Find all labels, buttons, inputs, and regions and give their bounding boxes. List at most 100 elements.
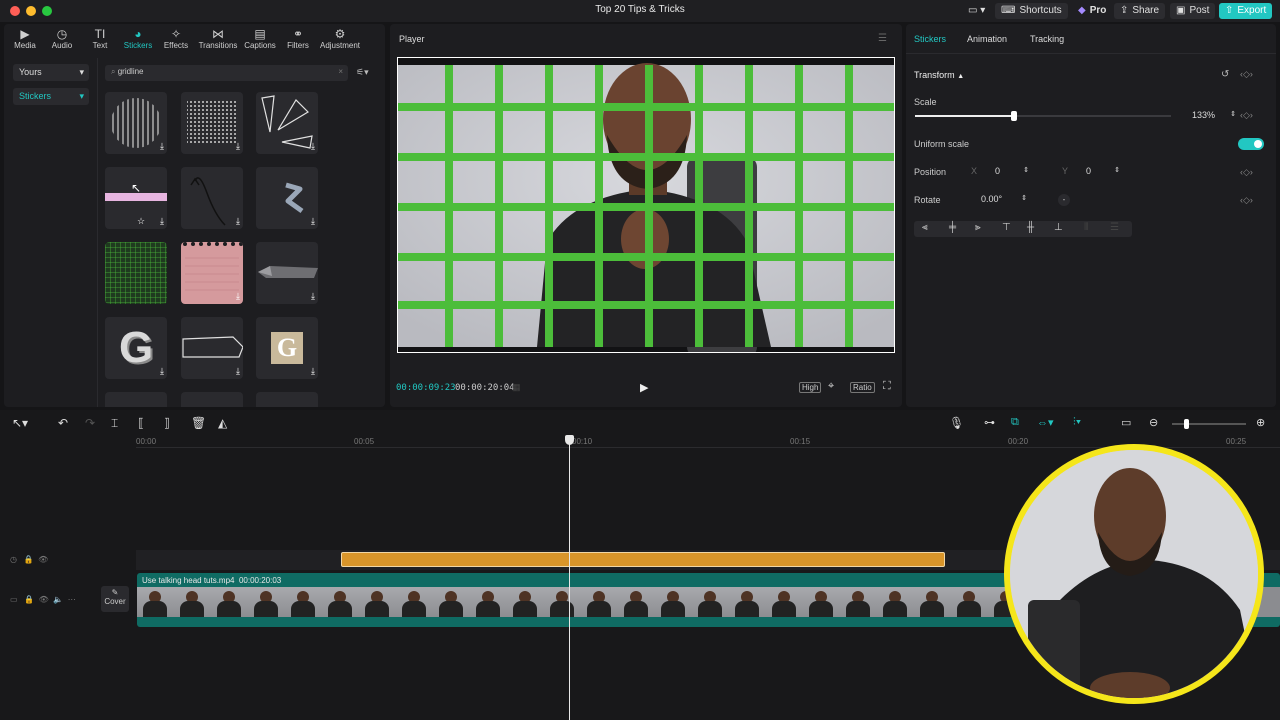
captions-preview-icon[interactable]: ▭	[1121, 416, 1131, 429]
tab-stickers-inspector[interactable]: Stickers	[914, 34, 946, 44]
tab-text[interactable]: TI Text	[81, 27, 119, 50]
position-x-field[interactable]: X 0 ⇕	[965, 164, 1033, 180]
download-icon[interactable]: ⤓	[311, 141, 315, 152]
fullscreen-icon[interactable]: ⛶	[883, 380, 891, 393]
sticker-circle-lines[interactable]: ⤓	[105, 92, 167, 154]
magnet-icon[interactable]: ⧉	[1011, 416, 1019, 429]
menu-icon[interactable]: ☰	[878, 33, 887, 44]
rotate-field[interactable]: 0.00° ⇕	[975, 192, 1031, 208]
export-button[interactable]: ⇧ Export	[1219, 3, 1273, 19]
reset-icon[interactable]: ↺	[1221, 69, 1229, 80]
sticker-pink-tape[interactable]: ☆ ⤓	[105, 167, 167, 229]
sticker-triangles[interactable]: ⤓	[256, 92, 318, 154]
snapshot-icon[interactable]: ⌖	[828, 380, 834, 393]
download-icon[interactable]: ⤓	[236, 141, 240, 152]
download-icon[interactable]: ⤓	[160, 141, 164, 152]
sticker-partial[interactable]	[181, 392, 243, 407]
keyframe-icon[interactable]: ‹◇›	[1240, 110, 1253, 121]
mirror-icon[interactable]: ◭	[218, 416, 227, 430]
playhead-handle[interactable]	[565, 435, 574, 445]
audio-mute-icon[interactable]: 🔈	[53, 595, 63, 604]
playhead[interactable]	[569, 440, 570, 720]
tab-effects[interactable]: ✧ Effects	[157, 27, 195, 50]
cover-button[interactable]: ✎ Cover	[101, 586, 129, 612]
eye-icon[interactable]: 👁	[39, 595, 49, 604]
transform-section[interactable]: Transform ▲	[914, 70, 964, 80]
distribute-v-icon[interactable]: ☰	[1110, 222, 1119, 233]
sticker-clip[interactable]	[341, 552, 945, 567]
tab-stickers[interactable]: ◕ Stickers	[119, 27, 157, 50]
scale-slider-track[interactable]	[915, 111, 1171, 121]
zoom-slider[interactable]	[1172, 419, 1246, 429]
uniform-scale-toggle[interactable]	[1238, 138, 1264, 150]
download-icon[interactable]: ⤓	[311, 366, 315, 377]
download-icon[interactable]: ⤓	[236, 366, 240, 377]
stepper-icon[interactable]: ⇕	[1021, 194, 1027, 202]
layout-icon[interactable]: ▭ ▾	[962, 3, 991, 19]
scale-value-field[interactable]: 133% ⇕	[1186, 109, 1238, 123]
download-icon[interactable]: ⤓	[311, 216, 315, 227]
rotate-dial-icon[interactable]: -	[1058, 194, 1070, 206]
download-icon[interactable]: ⤓	[236, 291, 240, 302]
sidebar-item-yours[interactable]: Yours ▾	[13, 64, 89, 81]
sticker-partial[interactable]	[256, 392, 318, 407]
pro-button[interactable]: ◆ Pro	[1072, 3, 1112, 19]
download-icon[interactable]: ⤓	[160, 366, 164, 377]
align-right-icon[interactable]: ⫸	[975, 222, 981, 233]
tab-animation[interactable]: Animation	[967, 34, 1007, 44]
tab-filters[interactable]: ⚭ Filters	[279, 27, 317, 50]
sticker-letter-g-paper[interactable]: G ⤓	[256, 317, 318, 379]
align-middle-v-icon[interactable]: ╫	[1027, 222, 1034, 233]
favorite-icon[interactable]: ☆	[137, 216, 145, 227]
align-left-icon[interactable]: ⫷	[922, 222, 928, 233]
sticker-notepad[interactable]: ⤓	[181, 242, 243, 304]
delete-icon[interactable]: 🗑	[191, 416, 206, 430]
download-icon[interactable]: ⤓	[311, 291, 315, 302]
sidebar-item-stickers[interactable]: Stickers ▾	[13, 88, 89, 105]
download-icon[interactable]: ⤓	[160, 216, 164, 227]
split-left-icon[interactable]: ⟦	[138, 416, 144, 430]
sticker-dot-grid[interactable]: ⤓	[181, 92, 243, 154]
select-tool-icon[interactable]: ↖▾	[12, 416, 28, 430]
align-center-h-icon[interactable]: ╪	[949, 222, 956, 233]
share-button[interactable]: ⇪ Share	[1114, 3, 1166, 19]
align-top-icon[interactable]: ⊤	[1002, 222, 1011, 233]
keyframe-icon[interactable]: ‹◇›	[1240, 195, 1253, 206]
clear-icon[interactable]: ×	[338, 67, 343, 76]
microphone-icon[interactable]: 🎙	[949, 416, 964, 430]
zoom-slider-knob[interactable]	[1184, 419, 1189, 429]
download-icon[interactable]: ⤓	[236, 216, 240, 227]
more-icon[interactable]: ⋯	[68, 595, 76, 604]
sticker-gray-ribbon[interactable]: ⤓	[256, 242, 318, 304]
ratio-button[interactable]: Ratio	[850, 382, 875, 393]
sticker-arrow-line[interactable]: ⤓	[181, 167, 243, 229]
link-icon[interactable]: ⊶	[984, 416, 995, 429]
tab-tracking[interactable]: Tracking	[1030, 34, 1064, 44]
shortcuts-button[interactable]: ⌨ Shortcuts	[995, 3, 1068, 19]
sticker-outline-tag[interactable]: ⤓	[181, 317, 243, 379]
tab-audio[interactable]: ◷ Audio	[43, 27, 81, 50]
tab-captions[interactable]: ▤ Captions	[241, 27, 279, 50]
keyframe-icon[interactable]: ‹◇›	[1240, 167, 1253, 178]
split-icon[interactable]: ⌶	[111, 416, 118, 431]
timecode-grid-icon[interactable]: ▦	[512, 382, 521, 393]
stepper-icon[interactable]: ⇕	[1023, 166, 1029, 174]
lock-icon[interactable]: 🔒	[24, 595, 34, 604]
zoom-out-icon[interactable]: ⊖	[1149, 416, 1158, 429]
distribute-h-icon[interactable]: ⦀	[1084, 222, 1088, 233]
sticker-zigzag[interactable]: ⤓	[256, 167, 318, 229]
tab-media[interactable]: ▶ Media	[6, 27, 44, 50]
auto-snap-icon[interactable]: ⇔▾	[1037, 416, 1054, 429]
split-right-icon[interactable]: ⟧	[164, 416, 170, 430]
sticker-letter-g-3d[interactable]: G ⤓	[105, 317, 167, 379]
stepper-icon[interactable]: ⇕	[1114, 166, 1120, 174]
eye-icon[interactable]: 👁	[38, 555, 48, 564]
play-icon[interactable]: ▶	[640, 381, 648, 394]
zoom-in-icon[interactable]: ⊕	[1256, 416, 1265, 429]
scale-slider-knob[interactable]	[1011, 111, 1018, 121]
undo-icon[interactable]: ↶	[58, 416, 68, 430]
filter-icon[interactable]: ⚟▾	[356, 67, 369, 78]
tab-transitions[interactable]: ⋈ Transitions	[197, 27, 239, 50]
sticker-partial[interactable]	[105, 392, 167, 407]
redo-icon[interactable]: ↷	[85, 416, 95, 430]
